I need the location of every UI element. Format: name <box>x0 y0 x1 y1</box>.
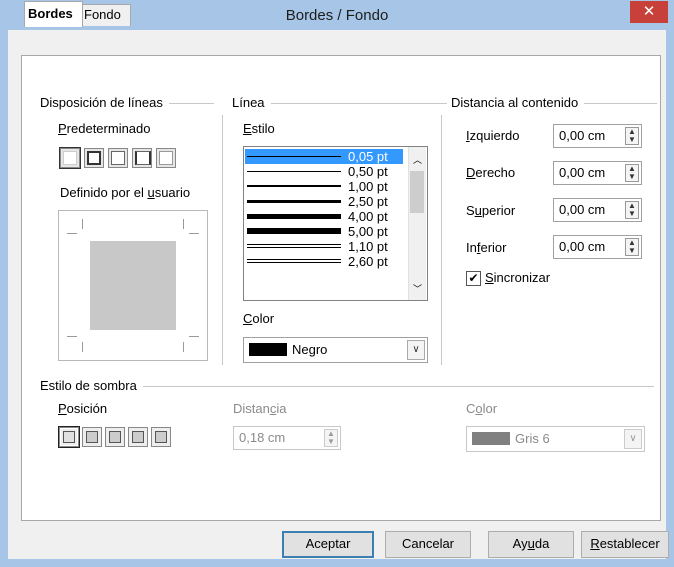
shadow-top-right-button[interactable] <box>105 427 125 447</box>
line-style-item[interactable]: 4,00 pt <box>245 209 403 224</box>
line-sample <box>247 244 341 245</box>
line-sample <box>247 259 341 260</box>
line-style-item[interactable]: 5,00 pt <box>245 224 403 239</box>
line-color-select[interactable]: Negro ∨ <box>243 337 428 363</box>
line-sample <box>247 156 341 157</box>
list-scrollbar[interactable]: ︿ ﹀ <box>408 147 426 300</box>
shadow-color-value: Gris 6 <box>515 431 550 446</box>
line-style-label: 0,50 pt <box>348 164 388 179</box>
preset-none-button[interactable] <box>60 148 80 168</box>
shadow-none-button[interactable] <box>59 427 79 447</box>
line-sample <box>247 228 341 234</box>
line-style-item[interactable]: 2,50 pt <box>245 194 403 209</box>
chevron-down-icon[interactable]: ∨ <box>624 429 642 449</box>
right-spacing-label: Derecho <box>466 165 516 180</box>
line-style-label: 2,60 pt <box>348 254 388 269</box>
synchronize-label[interactable]: Sincronizar <box>485 270 550 285</box>
preset-lr-button[interactable] <box>132 148 152 168</box>
line-sample <box>247 200 341 203</box>
corner-tick <box>189 233 199 234</box>
shadow-color-select[interactable]: Gris 6 ∨ <box>466 426 645 452</box>
shadow-distance-field[interactable]: 0,18 cm ▲ ▼ <box>233 426 341 450</box>
close-button[interactable]: ✕ <box>630 1 668 23</box>
corner-tick <box>183 342 184 352</box>
corner-tick <box>189 336 199 337</box>
scroll-up-icon[interactable]: ︿ <box>413 153 422 166</box>
shadow-color-label: Color <box>466 401 498 416</box>
color-swatch <box>249 343 287 356</box>
preset-tb-button[interactable] <box>156 148 176 168</box>
default-label: Predeterminado <box>58 121 151 136</box>
help-button[interactable]: Ayuda <box>488 531 574 558</box>
checkmark-icon: ✔ <box>468 271 479 285</box>
corner-tick <box>183 219 184 229</box>
corner-tick <box>67 233 77 234</box>
spin-buttons[interactable]: ▲ ▼ <box>324 429 338 447</box>
right-spacing-field[interactable]: 0,00 cm ▲ ▼ <box>553 161 642 185</box>
shadow-bottom-left-button[interactable] <box>128 427 148 447</box>
line-sample <box>247 262 341 263</box>
corner-tick <box>67 336 77 337</box>
line-style-label: 4,00 pt <box>348 209 388 224</box>
line-sample <box>247 171 341 172</box>
shadow-group-title: Estilo de sombra <box>40 378 143 393</box>
cancel-button[interactable]: Cancelar <box>385 531 471 558</box>
style-label: Estilo <box>243 121 275 136</box>
line-style-item[interactable]: 0,05 pt <box>245 149 403 164</box>
shadow-bottom-right-button[interactable] <box>82 427 102 447</box>
spacing-group-title: Distancia al contenido <box>451 95 585 110</box>
cell-preview <box>90 241 176 330</box>
line-sample <box>247 247 341 248</box>
line-style-item[interactable]: 0,50 pt <box>245 164 403 179</box>
top-spacing-label: Superior <box>466 203 516 218</box>
line-sample <box>247 214 341 219</box>
corner-tick <box>82 219 83 229</box>
top-spacing-field[interactable]: 0,00 cm ▲ ▼ <box>553 198 642 222</box>
line-style-list[interactable]: 0,05 pt 0,50 pt 1,00 pt 2,50 pt 4,00 pt 5,00 … <box>243 146 428 301</box>
synchronize-checkbox[interactable]: ✔ <box>466 271 481 286</box>
shadow-position-label: Posición <box>58 401 108 416</box>
spin-buttons[interactable]: ▲ ▼ <box>625 164 639 182</box>
line-style-item[interactable]: 1,00 pt <box>245 179 403 194</box>
bottom-spacing-field[interactable]: 0,00 cm ▲ ▼ <box>553 235 642 259</box>
reset-button[interactable]: Restablecer <box>581 531 669 558</box>
group-separator <box>222 115 223 365</box>
user-defined-border-editor[interactable] <box>58 210 208 361</box>
line-style-label: 2,50 pt <box>348 194 388 209</box>
ok-button[interactable]: Aceptar <box>282 531 374 558</box>
line-color-label: Color <box>243 311 275 326</box>
shadow-distance-label: Distancia <box>233 401 287 416</box>
line-style-label: 5,00 pt <box>348 224 388 239</box>
scroll-thumb[interactable] <box>410 171 424 213</box>
scroll-down-icon[interactable]: ﹀ <box>413 282 422 295</box>
left-spacing-field[interactable]: 0,00 cm ▲ ▼ <box>553 124 642 148</box>
line-style-label: 0,05 pt <box>348 149 388 164</box>
corner-tick <box>82 342 83 352</box>
tab-fondo[interactable]: Fondo <box>80 4 131 26</box>
line-style-label: 1,00 pt <box>348 179 388 194</box>
user-defined-label: Definido por el usuario <box>60 185 191 200</box>
group-separator <box>441 115 442 365</box>
line-style-item[interactable]: 1,10 pt <box>245 239 403 254</box>
bottom-spacing-label: Inferior <box>466 240 507 255</box>
close-icon: ✕ <box>642 3 656 20</box>
spin-buttons[interactable]: ▲ ▼ <box>625 238 639 256</box>
line-arrangement-title: Disposición de líneas <box>40 95 169 110</box>
preset-box-button[interactable] <box>84 148 104 168</box>
line-color-value: Negro <box>292 342 328 357</box>
line-sample <box>247 185 341 187</box>
line-group-title: Línea <box>232 95 271 110</box>
shadow-top-left-button[interactable] <box>151 427 171 447</box>
left-spacing-label: Izquierdo <box>466 128 520 143</box>
spin-buttons[interactable]: ▲ ▼ <box>625 201 639 219</box>
color-swatch <box>472 432 510 445</box>
line-style-item[interactable]: 2,60 pt <box>245 254 403 269</box>
spin-buttons[interactable]: ▲ ▼ <box>625 127 639 145</box>
line-style-label: 1,10 pt <box>348 239 388 254</box>
chevron-down-icon[interactable]: ∨ <box>407 340 425 360</box>
tab-bordes[interactable]: Bordes <box>24 1 83 27</box>
dialog-window: Bordes / Fondo ✕ Bordes Fondo Disposició… <box>0 0 674 567</box>
preset-inner-button[interactable] <box>108 148 128 168</box>
